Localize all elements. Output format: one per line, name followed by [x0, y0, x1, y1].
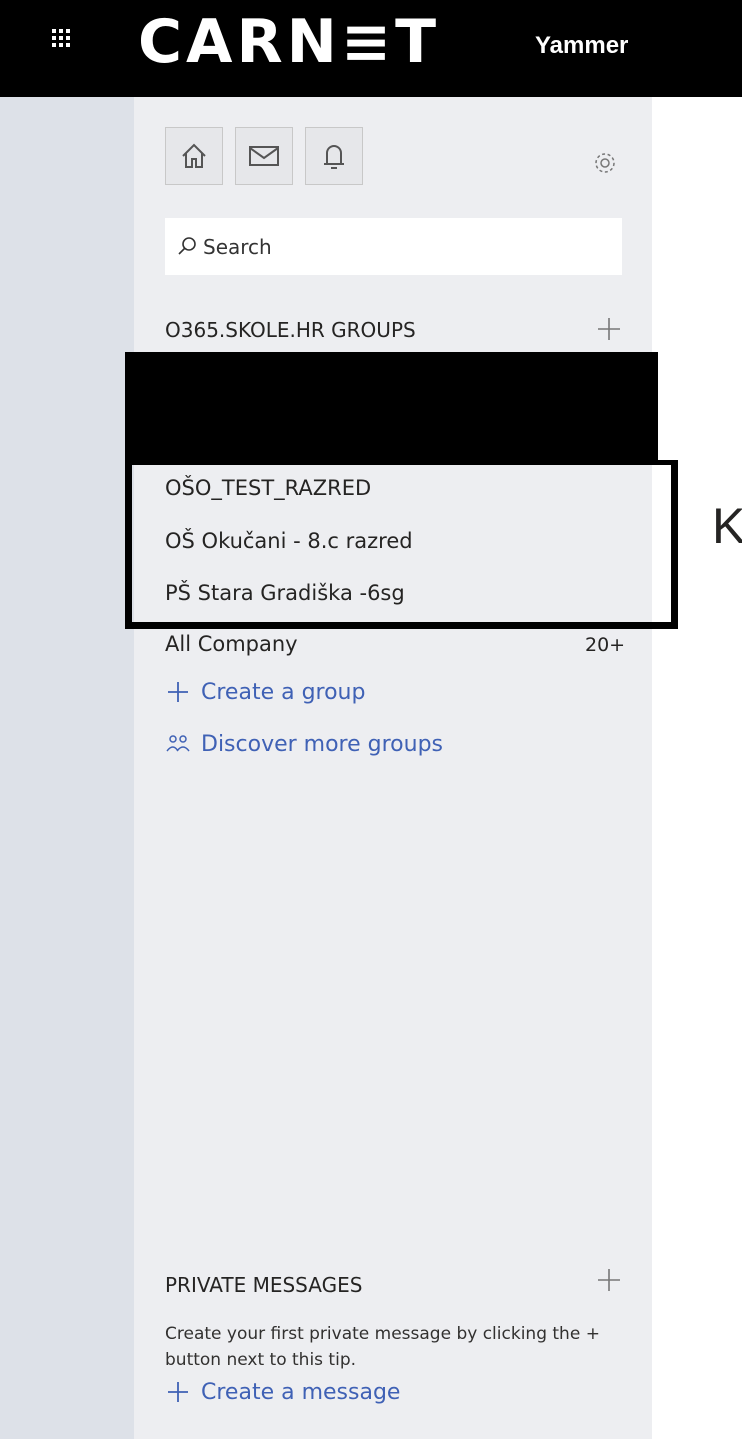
redacted-area [125, 352, 658, 460]
search-box[interactable] [165, 218, 622, 275]
create-group-label: Create a group [201, 679, 366, 705]
inbox-button[interactable] [235, 127, 293, 185]
discover-groups-link[interactable]: Discover more groups [165, 731, 443, 757]
group-item-all-company[interactable]: All Company [165, 632, 298, 656]
home-button[interactable] [165, 127, 223, 185]
app-name[interactable]: Yammer [535, 26, 628, 66]
unread-count-badge: 20+ [585, 634, 626, 656]
create-message-link[interactable]: Create a message [165, 1379, 400, 1405]
private-message-tip: Create your first private message by cli… [165, 1324, 600, 1370]
search-input[interactable] [201, 228, 605, 266]
add-message-icon[interactable] [596, 1267, 622, 1293]
groups-header: O365.SKOLE.HR GROUPS [165, 318, 416, 342]
home-icon [182, 143, 206, 168]
gear-icon[interactable] [590, 148, 620, 178]
navigation-pane [134, 97, 652, 1439]
add-group-icon[interactable] [596, 316, 622, 342]
plus-icon [165, 1379, 191, 1405]
create-message-label: Create a message [201, 1379, 401, 1405]
people-icon [165, 731, 191, 757]
notifications-button[interactable] [305, 127, 363, 185]
mail-icon [249, 146, 279, 166]
group-item[interactable]: PŠ Stara Gradiška -6sg [165, 581, 405, 605]
carnet-logo[interactable]: CARN≡T [138, 7, 440, 77]
main-heading-partial: K [712, 498, 742, 554]
group-item[interactable]: OŠ Okučani - 8.c razred [165, 529, 413, 553]
left-rail [0, 97, 134, 1439]
discover-groups-label: Discover more groups [201, 731, 443, 757]
top-bar: CARN≡T Yammer [0, 0, 742, 97]
app-launcher-icon[interactable] [52, 29, 74, 51]
private-messages-header: PRIVATE MESSAGES [165, 1273, 363, 1297]
plus-icon [165, 679, 191, 705]
group-item[interactable]: OŠO_TEST_RAZRED [165, 476, 371, 500]
create-group-link[interactable]: Create a group [165, 679, 365, 705]
search-icon [178, 237, 196, 255]
bell-icon [324, 145, 344, 169]
